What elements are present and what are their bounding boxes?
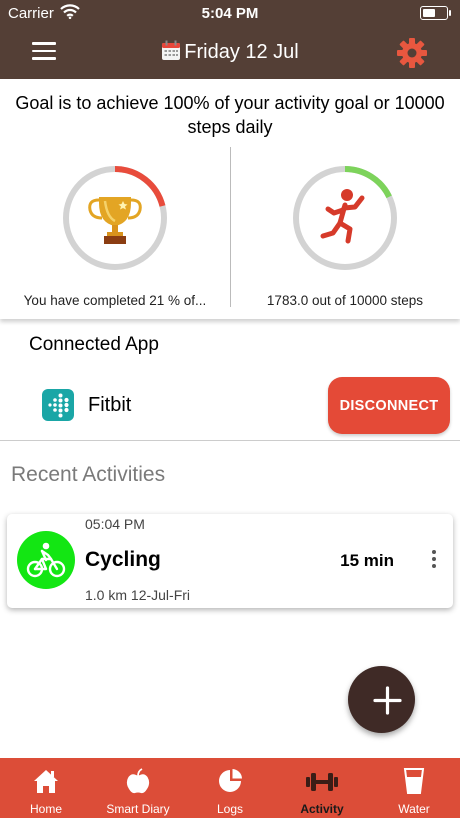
- running-person-icon: [320, 195, 365, 244]
- more-options-icon[interactable]: [429, 550, 439, 572]
- tab-logs[interactable]: Logs: [184, 758, 276, 818]
- activity-progress-ring[interactable]: [60, 163, 170, 273]
- activity-details: 1.0 km 12-Jul-Fri: [85, 587, 191, 603]
- steps-progress-caption: 1783.0 out of 10000 steps: [266, 293, 424, 308]
- goal-divider: [230, 147, 231, 307]
- more-dot: [432, 564, 436, 568]
- tab-water[interactable]: Water: [368, 758, 460, 818]
- activity-time: 05:04 PM: [85, 516, 145, 532]
- trophy-icon: [88, 197, 142, 244]
- activity-avatar: [17, 531, 75, 589]
- more-dot: [432, 557, 436, 561]
- battery-icon: [420, 6, 451, 20]
- activity-progress-caption: You have completed 21 % of...: [23, 293, 207, 308]
- glass-icon: [403, 768, 425, 794]
- pie-chart-icon: [219, 769, 242, 792]
- goal-description: Goal is to achieve 100% of your activity…: [15, 93, 445, 137]
- more-dot: [432, 550, 436, 554]
- tab-smart-diary[interactable]: Smart Diary: [92, 758, 184, 818]
- activity-card[interactable]: 05:04 PM Cycling 15 min 1.0 km 12-Jul-Fr…: [7, 514, 453, 608]
- recent-activities-title: Recent Activities: [11, 463, 166, 486]
- activity-duration: 15 min: [340, 551, 394, 570]
- tab-label: Water: [398, 802, 430, 816]
- bottom-tab-bar: Home Smart Diary Logs Activity Water: [0, 758, 460, 818]
- dumbbell-icon: [306, 773, 338, 791]
- settings-gear-icon[interactable]: [396, 37, 428, 69]
- goal-card: Goal is to achieve 100% of your activity…: [0, 79, 460, 319]
- connected-app-title: Connected App: [29, 334, 159, 355]
- tab-label: Home: [29, 802, 62, 816]
- tab-label: Logs: [216, 802, 244, 816]
- apple-icon: [126, 768, 150, 794]
- date-title-text: Friday 12 Jul: [184, 41, 299, 63]
- steps-progress-ring[interactable]: [290, 163, 400, 273]
- status-time: 5:04 PM: [201, 5, 259, 22]
- date-title[interactable]: Friday 12 Jul: [0, 40, 460, 64]
- cyclist-icon: [26, 542, 66, 578]
- section-divider: [0, 440, 460, 441]
- fitbit-dots-icon: [48, 393, 69, 418]
- status-bar: Carrier 5:04 PM: [0, 0, 460, 26]
- tab-activity[interactable]: Activity: [276, 758, 368, 818]
- add-activity-button[interactable]: [348, 666, 415, 733]
- activity-name: Cycling: [85, 548, 161, 571]
- tab-label: Smart Diary: [106, 802, 170, 816]
- home-icon: [34, 770, 58, 793]
- tab-label: Activity: [300, 802, 344, 816]
- disconnect-button[interactable]: DISCONNECT: [328, 377, 450, 434]
- fitbit-logo-icon: [42, 389, 74, 421]
- top-app-bar: Carrier 5:04 PM Friday 12 Jul: [0, 0, 460, 79]
- tab-home[interactable]: Home: [0, 758, 92, 818]
- plus-icon: [373, 686, 402, 715]
- connected-app-name: Fitbit: [88, 394, 132, 416]
- calendar-icon: [162, 40, 181, 60]
